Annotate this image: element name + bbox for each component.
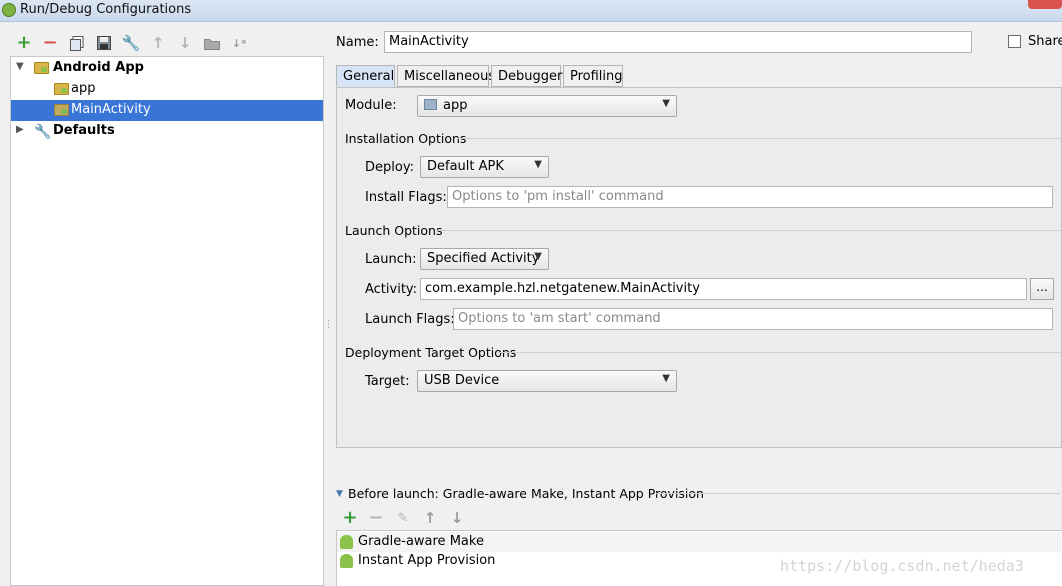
- launch-flags-label: Launch Flags:: [365, 312, 455, 327]
- move-down-icon[interactable]: ↓: [175, 33, 195, 53]
- save-icon[interactable]: [94, 33, 114, 53]
- add-icon[interactable]: +: [14, 33, 34, 53]
- edit-task-icon[interactable]: ✎: [393, 508, 413, 528]
- name-label: Name:: [336, 35, 379, 50]
- folder-icon[interactable]: [202, 33, 222, 53]
- divider: [437, 230, 1061, 231]
- divider: [457, 138, 1061, 139]
- list-item-label: Instant App Provision: [358, 553, 496, 568]
- list-item-label: Gradle-aware Make: [358, 534, 484, 549]
- list-item[interactable]: Gradle-aware Make: [337, 532, 1061, 552]
- android-config-icon: [54, 104, 69, 116]
- collapse-arrow-icon[interactable]: ▼: [336, 489, 343, 499]
- android-icon: [340, 554, 353, 568]
- watermark: https://blog.csdn.net/heda3: [780, 557, 1024, 575]
- add-task-icon[interactable]: +: [340, 508, 360, 528]
- tab-general[interactable]: General: [336, 65, 395, 87]
- android-config-icon: [54, 83, 69, 95]
- android-app-folder-icon: [34, 62, 49, 74]
- share-label: Share: [1028, 34, 1062, 49]
- tree-item-mainactivity[interactable]: MainActivity: [11, 100, 323, 121]
- module-combo[interactable]: app ▼: [417, 95, 677, 117]
- chevron-right-icon[interactable]: ▶: [16, 124, 24, 135]
- tree-item-app[interactable]: app: [11, 79, 323, 100]
- move-up-icon[interactable]: ↑: [420, 508, 440, 528]
- close-button[interactable]: [1028, 0, 1062, 9]
- module-label: Module:: [345, 98, 397, 113]
- module-icon: [424, 99, 437, 110]
- sort-icon[interactable]: ↓ᵃ: [229, 33, 249, 53]
- tree-item-android-app[interactable]: ▼ Android App: [11, 58, 323, 79]
- module-value: app: [443, 98, 468, 113]
- tree-item-label: app: [71, 81, 96, 96]
- target-combo[interactable]: USB Device ▼: [417, 370, 677, 392]
- deploy-combo[interactable]: Default APK ▼: [420, 156, 549, 178]
- tree-item-label: Android App: [53, 60, 144, 75]
- activity-input[interactable]: com.example.hzl.netgatenew.MainActivity: [420, 278, 1027, 300]
- window-title: Run/Debug Configurations: [20, 2, 192, 17]
- title-bar: Run/Debug Configurations: [0, 0, 1062, 22]
- target-value: USB Device: [424, 373, 500, 388]
- move-up-icon[interactable]: ↑: [148, 33, 168, 53]
- launch-options-title: Launch Options: [345, 223, 443, 238]
- tab-profiling[interactable]: Profiling: [563, 65, 623, 87]
- wrench-icon: 🔧: [34, 124, 52, 140]
- tree-item-label: MainActivity: [71, 102, 151, 117]
- chevron-down-icon: ▼: [534, 159, 542, 170]
- splitter-handle[interactable]: ⋮: [324, 320, 333, 330]
- general-panel: Module: app ▼ Installation Options Deplo…: [336, 87, 1062, 448]
- deploy-value: Default APK: [427, 159, 504, 174]
- move-down-icon[interactable]: ↓: [447, 508, 467, 528]
- tree-item-defaults[interactable]: ▶ 🔧 Defaults: [11, 121, 323, 142]
- configuration-tree: ▼ Android App app MainActivity ▶ 🔧 Defau…: [10, 56, 324, 586]
- chevron-down-icon[interactable]: ▼: [16, 61, 24, 72]
- launch-combo[interactable]: Specified Activity ▼: [420, 248, 549, 270]
- tree-item-label: Defaults: [53, 123, 115, 138]
- remove-task-icon[interactable]: −: [366, 508, 386, 528]
- deployment-target-title: Deployment Target Options: [345, 345, 517, 360]
- launch-flags-input[interactable]: Options to 'am start' command: [453, 308, 1053, 330]
- divider: [497, 352, 1061, 353]
- android-icon: [340, 535, 353, 549]
- tab-miscellaneous[interactable]: Miscellaneous: [397, 65, 495, 87]
- before-launch-title[interactable]: Before launch: Gradle-aware Make, Instan…: [348, 486, 704, 501]
- copy-icon[interactable]: [67, 33, 87, 53]
- name-field[interactable]: MainActivity: [384, 31, 972, 53]
- divider: [656, 493, 1060, 494]
- deploy-label: Deploy:: [365, 160, 414, 175]
- install-flags-input[interactable]: Options to 'pm install' command: [447, 186, 1053, 208]
- remove-icon[interactable]: −: [40, 33, 60, 53]
- chevron-down-icon: ▼: [662, 373, 670, 384]
- install-flags-label: Install Flags:: [365, 190, 447, 205]
- launch-label: Launch:: [365, 252, 417, 267]
- tab-debugger[interactable]: Debugger: [491, 65, 562, 87]
- activity-browse-button[interactable]: ...: [1030, 278, 1054, 300]
- launch-value: Specified Activity: [427, 251, 540, 266]
- chevron-down-icon: ▼: [662, 98, 670, 109]
- installation-options-title: Installation Options: [345, 131, 467, 146]
- android-studio-icon: [2, 3, 16, 17]
- chevron-down-icon: ▼: [534, 251, 542, 262]
- share-checkbox[interactable]: [1008, 35, 1021, 48]
- activity-label: Activity:: [365, 282, 418, 297]
- edit-defaults-icon[interactable]: 🔧: [121, 33, 141, 53]
- target-label: Target:: [365, 374, 410, 389]
